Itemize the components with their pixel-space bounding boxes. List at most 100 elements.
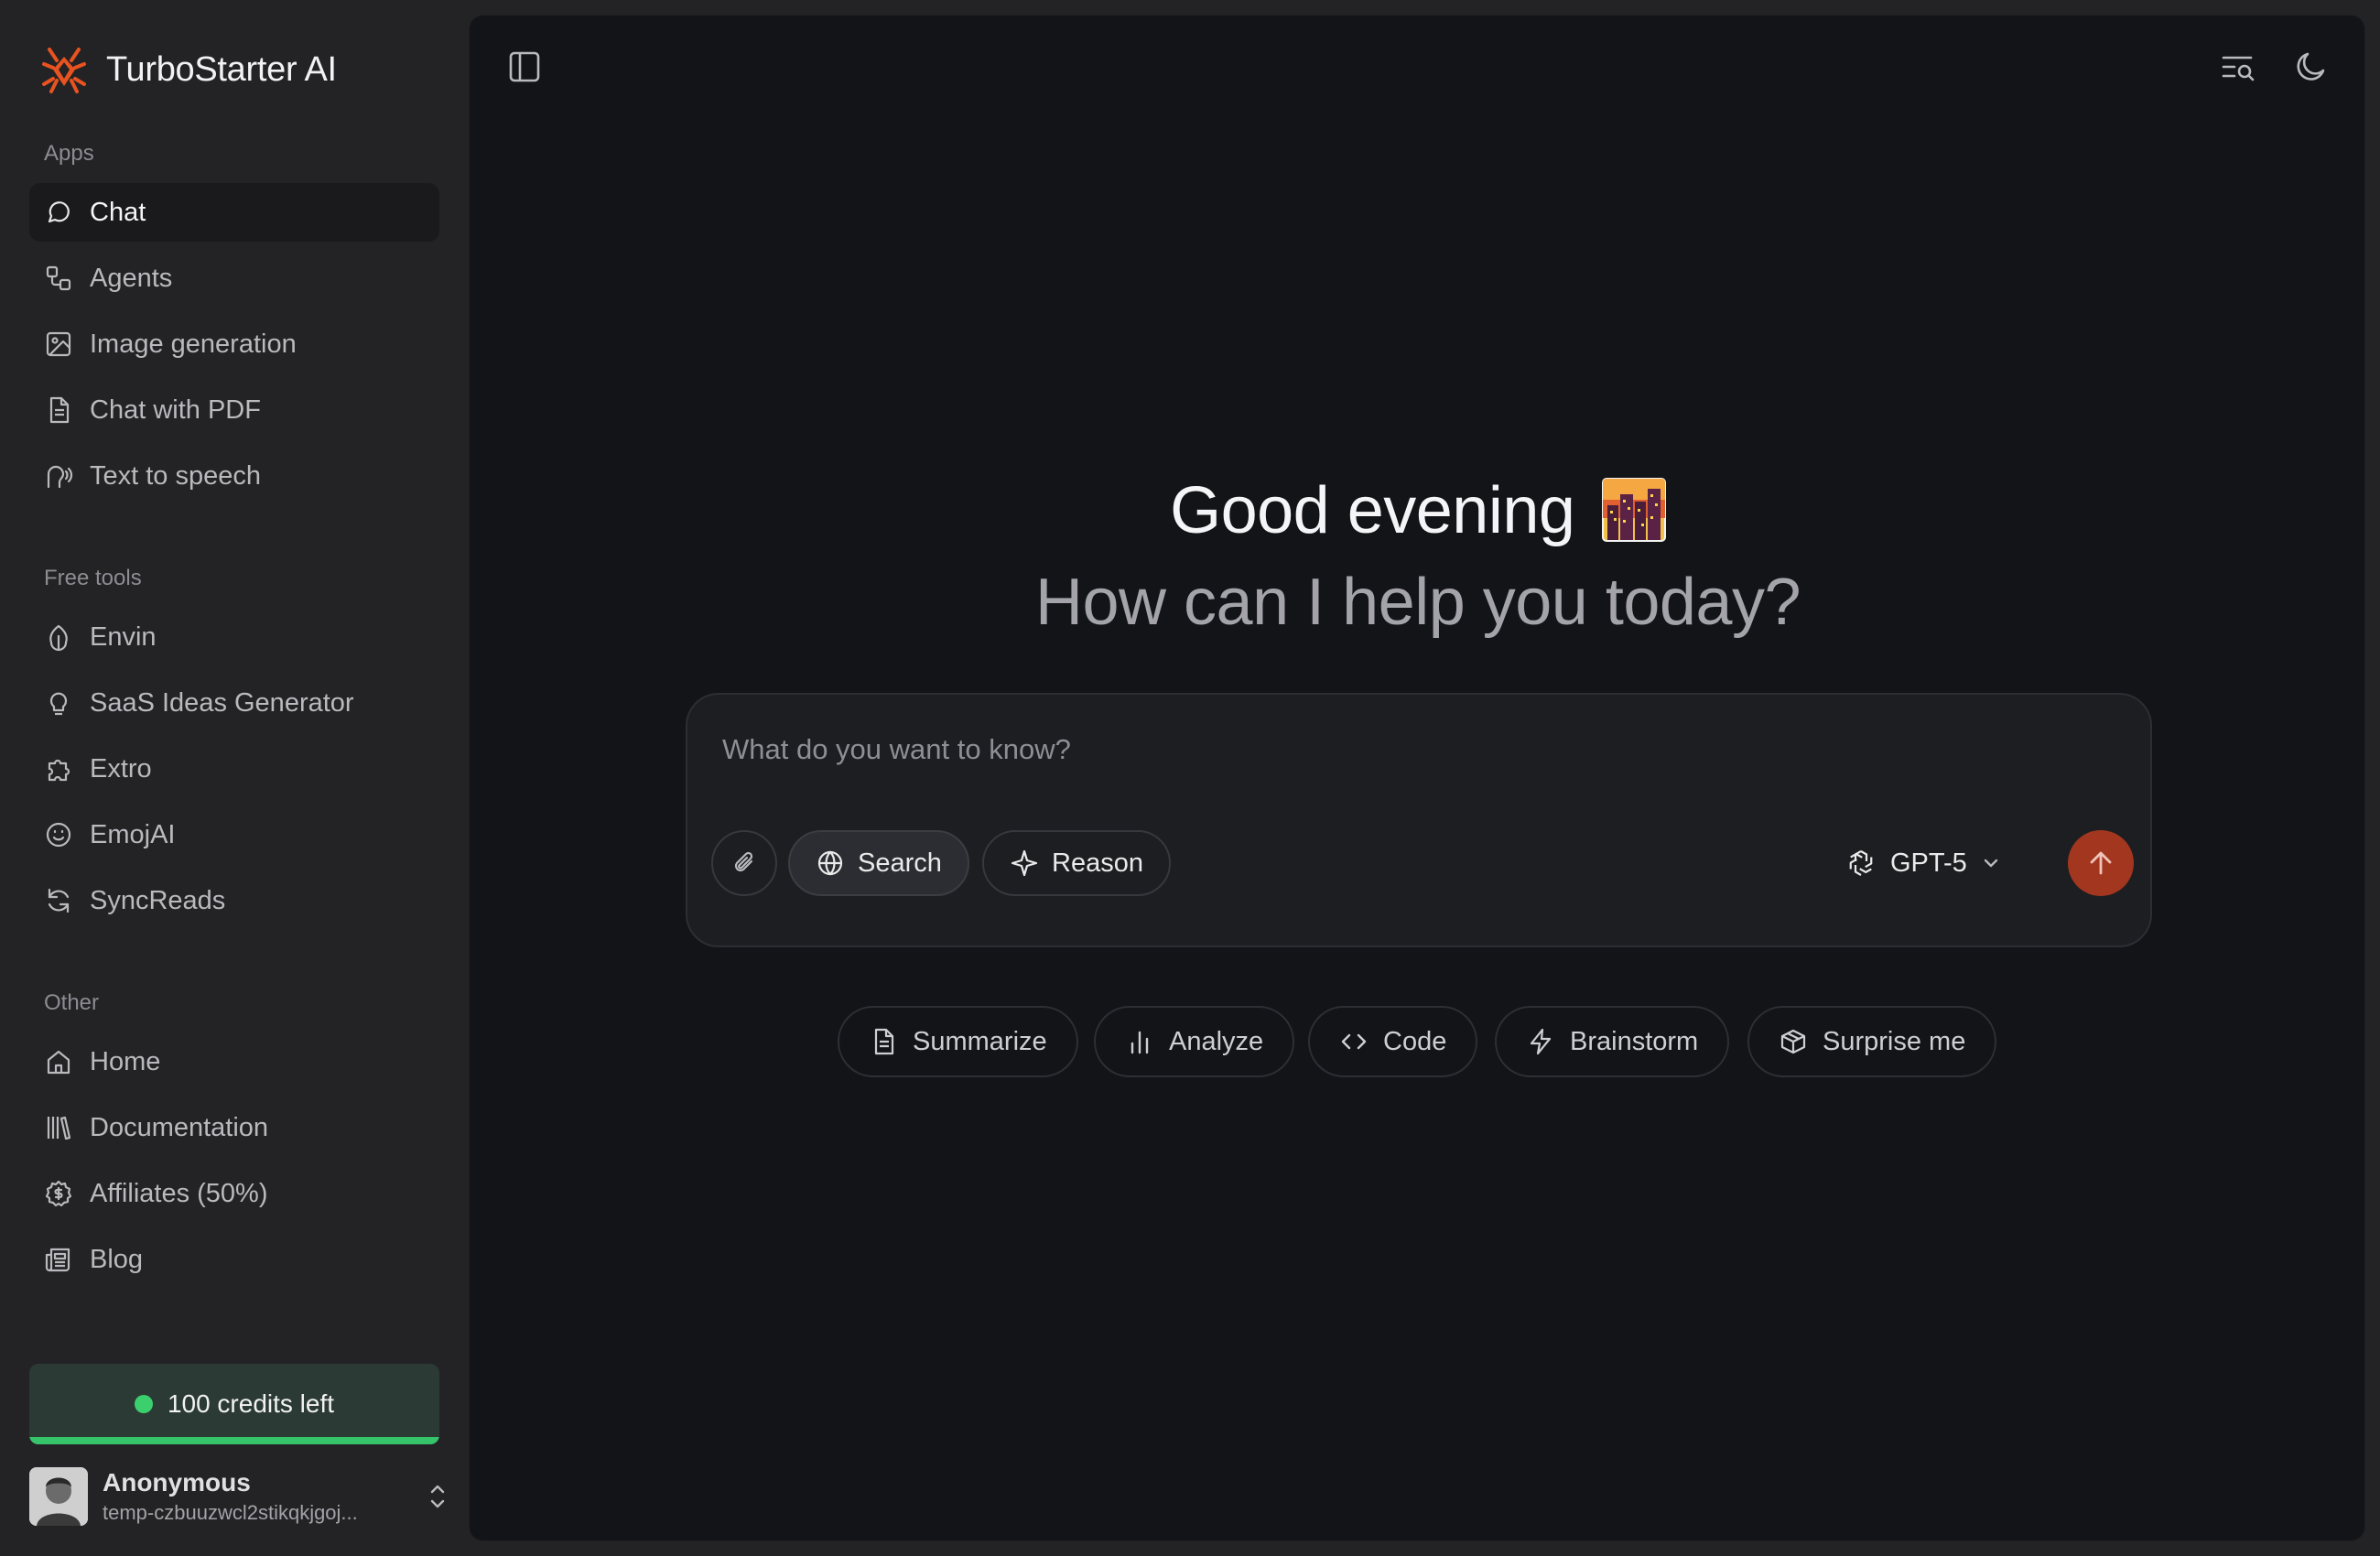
sidebar-item-label: Chat (90, 197, 146, 227)
smile-icon (44, 820, 73, 849)
sidebar-item-label: EmojAI (90, 819, 176, 849)
sidebar-item-extro[interactable]: Extro (29, 740, 439, 798)
bar-chart-icon (1125, 1027, 1154, 1056)
sidebar-item-label: Documentation (90, 1112, 269, 1142)
suggestion-label: Summarize (913, 1026, 1047, 1056)
leaf-icon (44, 622, 73, 652)
sidebar-item-label: Home (90, 1046, 161, 1076)
sidebar-item-label: Agents (90, 263, 173, 293)
model-name: GPT-5 (1890, 848, 1967, 878)
avatar (29, 1467, 88, 1526)
prompt-input[interactable] (722, 729, 1821, 770)
home-icon (44, 1047, 73, 1076)
subgreeting: How can I help you today? (1034, 566, 1801, 639)
sidebar-item-syncreads[interactable]: SyncReads (29, 871, 439, 930)
sidebar-item-label: Image generation (90, 329, 297, 359)
suggestion-label: Brainstorm (1570, 1026, 1699, 1056)
lightning-icon (1526, 1027, 1555, 1056)
speech-icon (44, 461, 73, 491)
suggestion-surprise-me[interactable]: Surprise me (1747, 1006, 1997, 1077)
code-icon (1339, 1027, 1368, 1056)
dollar-badge-icon (44, 1179, 73, 1208)
sidebar: TurboStarter AI Apps Chat Agents Image g… (0, 0, 469, 1556)
section-label-free-tools: Free tools (44, 566, 142, 590)
sidebar-item-label: SaaS Ideas Generator (90, 687, 354, 718)
search-toggle-label: Search (858, 848, 942, 878)
theme-toggle-button[interactable] (2286, 41, 2337, 92)
user-name: Anonymous (103, 1468, 251, 1497)
sidebar-item-envin[interactable]: Envin (29, 608, 439, 666)
suggestion-summarize[interactable]: Summarize (838, 1006, 1078, 1077)
credits-progress-bar (29, 1437, 439, 1444)
sidebar-item-emojai[interactable]: EmojAI (29, 805, 439, 864)
suggestion-label: Code (1383, 1026, 1447, 1056)
openai-logo-icon (1844, 847, 1877, 880)
document-icon (44, 395, 73, 425)
suggestion-label: Surprise me (1823, 1026, 1966, 1056)
section-label-apps: Apps (44, 141, 94, 166)
sidebar-item-label: Chat with PDF (90, 394, 261, 425)
sidebar-item-image-generation[interactable]: Image generation (29, 315, 439, 373)
arrow-up-icon (2085, 848, 2116, 879)
credits-label: 100 credits left (167, 1389, 335, 1418)
brand[interactable]: TurboStarter AI (40, 40, 337, 99)
newspaper-icon (44, 1245, 73, 1274)
search-toggle-button[interactable]: Search (788, 830, 969, 896)
sidebar-item-documentation[interactable]: Documentation (29, 1098, 439, 1157)
suggestion-code[interactable]: Code (1308, 1006, 1478, 1077)
sidebar-item-label: Envin (90, 621, 157, 652)
sparkle-icon (1010, 848, 1039, 878)
suggestion-brainstorm[interactable]: Brainstorm (1495, 1006, 1730, 1077)
file-text-icon (869, 1027, 898, 1056)
sidebar-item-blog[interactable]: Blog (29, 1230, 439, 1289)
library-icon (44, 1113, 73, 1142)
sidebar-item-label: Extro (90, 753, 152, 783)
refresh-icon (44, 886, 73, 915)
user-menu[interactable]: Anonymous temp-czbuuzwcl2stikqkjgoj... (29, 1464, 450, 1529)
sidebar-item-chat-with-pdf[interactable]: Chat with PDF (29, 381, 439, 439)
globe-icon (816, 848, 845, 878)
main-panel: Good evening How can I help you today? W… (469, 15, 2365, 1541)
greeting-text: Good evening (1170, 474, 1575, 547)
model-selector[interactable]: GPT-5 (1844, 830, 2002, 896)
toggle-sidebar-button[interactable] (499, 41, 550, 92)
sidebar-item-saas-ideas-generator[interactable]: SaaS Ideas Generator (29, 674, 439, 732)
cityscape-at-dusk-icon (1601, 478, 1666, 542)
sidebar-item-label: Affiliates (50%) (90, 1178, 268, 1208)
sidebar-item-affiliates[interactable]: Affiliates (50%) (29, 1164, 439, 1223)
paperclip-icon (730, 848, 759, 878)
lightbulb-icon (44, 688, 73, 718)
greeting: Good evening (470, 473, 2366, 548)
search-history-button[interactable] (2212, 41, 2264, 92)
sidebar-item-agents[interactable]: Agents (29, 249, 439, 308)
sidebar-item-label: Blog (90, 1244, 144, 1274)
box-icon (1779, 1027, 1808, 1056)
puzzle-icon (44, 754, 73, 783)
chevron-up-down-icon[interactable] (425, 1481, 450, 1512)
brand-name: TurboStarter AI (106, 49, 337, 89)
sidebar-item-label: SyncReads (90, 885, 226, 915)
moon-icon (2293, 49, 2330, 85)
text-search-icon (2220, 49, 2256, 85)
sidebar-panel-icon (507, 49, 542, 84)
chat-composer: Search Reason (686, 693, 2152, 947)
user-email: temp-czbuuzwcl2stikqkjgoj... (103, 1501, 358, 1524)
chat-bubble-icon (44, 198, 73, 227)
workflow-icon (44, 264, 73, 293)
image-icon (44, 330, 73, 359)
sidebar-item-text-to-speech[interactable]: Text to speech (29, 447, 439, 505)
credits-indicator[interactable]: 100 credits left (29, 1364, 439, 1444)
turbostarter-logo-icon (40, 44, 88, 95)
send-button[interactable] (2068, 830, 2134, 896)
section-label-other: Other (44, 990, 100, 1015)
chevron-down-icon (1980, 852, 2002, 874)
reason-toggle-label: Reason (1052, 848, 1143, 878)
sidebar-item-label: Text to speech (90, 460, 261, 491)
sidebar-item-home[interactable]: Home (29, 1032, 439, 1091)
status-dot (134, 1395, 153, 1413)
suggestion-label: Analyze (1169, 1026, 1264, 1056)
sidebar-item-chat[interactable]: Chat (29, 183, 439, 242)
suggestion-analyze[interactable]: Analyze (1094, 1006, 1295, 1077)
reason-toggle-button[interactable]: Reason (982, 830, 1171, 896)
attach-button[interactable] (711, 830, 777, 896)
